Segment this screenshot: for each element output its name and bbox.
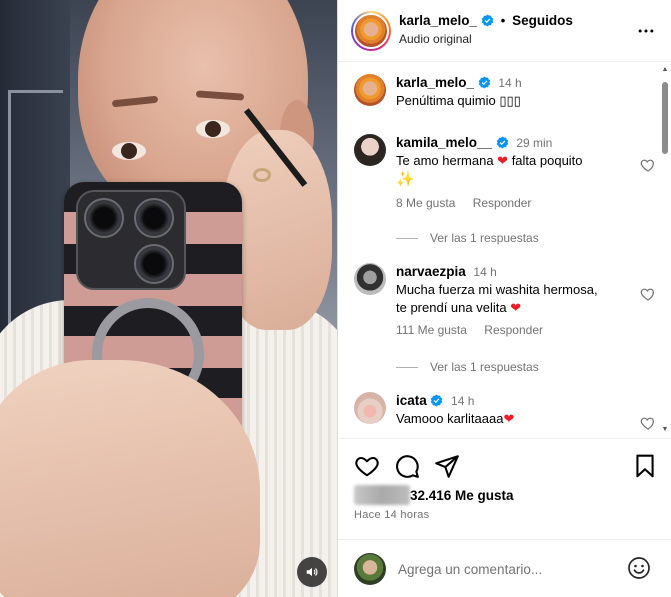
comment-likes[interactable]: 8 Me gusta: [396, 196, 455, 210]
caption-username[interactable]: karla_melo_: [396, 75, 474, 90]
comment-likes[interactable]: 111 Me gusta: [396, 323, 467, 337]
verified-badge-icon: [496, 136, 508, 149]
sparkle-emoji: ✨: [396, 171, 415, 188]
likes-summary[interactable]: 32.416 Me gusta: [354, 485, 514, 505]
post-video[interactable]: [0, 0, 337, 597]
comment-time[interactable]: 14 h: [473, 265, 496, 279]
comment-header: icata 14 h: [396, 392, 636, 410]
comment-time[interactable]: 29 min: [516, 136, 552, 150]
follow-status-button[interactable]: Seguidos: [512, 13, 573, 28]
comment-text-part: Vamooo karlitaaaa: [396, 411, 504, 426]
caption-avatar[interactable]: [354, 74, 386, 106]
comment-avatar[interactable]: [354, 263, 386, 295]
view-replies-link[interactable]: Ver las 1 respuestas: [396, 231, 539, 245]
comment-avatar[interactable]: [354, 392, 386, 424]
comment-like-heart-icon[interactable]: [640, 415, 656, 431]
comment-like-heart-icon[interactable]: [640, 157, 656, 173]
heart-emoji: ❤: [510, 300, 522, 315]
comment-text-line: Mucha fuerza mi washita hermosa,: [396, 282, 598, 297]
left-eye: [112, 142, 146, 160]
comment-body: narvaezpia 14 h Mucha fuerza mi washita …: [396, 263, 636, 339]
smiley-icon: [628, 557, 650, 579]
camera-lens: [134, 198, 174, 238]
audio-label[interactable]: Audio original: [399, 32, 472, 46]
caption-text: Penúltima quimio ▯▯▯: [396, 93, 521, 108]
bookmark-icon: [636, 454, 654, 478]
phone-camera-module: [76, 190, 186, 290]
comment-bubble-icon: [396, 455, 419, 478]
camera-lens: [134, 244, 174, 284]
volume-button[interactable]: [297, 557, 327, 587]
caption-time[interactable]: 14 h: [498, 76, 521, 90]
author-username[interactable]: karla_melo_: [399, 13, 477, 28]
caption-body: karla_melo_ 14 h Penúltima quimio ▯▯▯: [396, 74, 636, 110]
view-replies-link[interactable]: Ver las 1 respuestas: [396, 360, 539, 374]
comment-time[interactable]: 14 h: [451, 394, 474, 408]
liked-by-avatars: [354, 485, 410, 505]
likes-count[interactable]: 32.416 Me gusta: [410, 488, 514, 503]
comment-avatar[interactable]: [354, 134, 386, 166]
comment-text-part: Te amo hermana: [396, 153, 498, 168]
camera-lens: [84, 198, 124, 238]
verified-badge-icon: [478, 76, 490, 89]
more-horizontal-icon: [638, 29, 654, 33]
comment-header: kamila_melo__ 29 min: [396, 134, 636, 152]
reply-button[interactable]: Responder: [484, 323, 543, 337]
verified-badge-icon: [481, 14, 494, 27]
comment-meta: 8 Me gusta Responder: [396, 194, 636, 212]
heart-emoji: ❤: [497, 153, 509, 168]
share-button[interactable]: [434, 453, 460, 479]
comment-text: Vamooo karlitaaaa❤: [396, 410, 636, 428]
comment-meta: 111 Me gusta Responder: [396, 321, 636, 339]
current-user-avatar: [354, 553, 386, 585]
comment-like-heart-icon[interactable]: [640, 286, 656, 302]
comment-text-part: te prendí una velita: [396, 300, 511, 315]
scroll-up-arrow-icon[interactable]: ▲: [661, 66, 669, 74]
emoji-button[interactable]: [626, 556, 652, 582]
heart-emoji: ❤: [503, 411, 515, 426]
post-details-panel: karla_melo_ • Seguidos Audio original ka…: [337, 0, 671, 597]
heart-icon: [355, 456, 379, 477]
comment-username[interactable]: icata: [396, 393, 427, 408]
comment-composer: [338, 539, 671, 597]
comment-item: icata 14 h Vamooo karlitaaaa❤: [354, 392, 656, 438]
add-comment-input[interactable]: [398, 559, 618, 579]
comment-username[interactable]: narvaezpia: [396, 264, 466, 279]
caption-header: karla_melo_ 14 h: [396, 74, 636, 92]
scroll-down-arrow-icon[interactable]: ▼: [661, 426, 669, 434]
comment-text-line: te prendí una velita ❤: [396, 299, 636, 317]
speaker-icon: [306, 567, 318, 577]
comment-item: narvaezpia 14 h Mucha fuerza mi washita …: [354, 263, 656, 343]
finger-ring: [253, 168, 271, 182]
header-title-row: karla_melo_ • Seguidos: [399, 13, 573, 28]
post-timestamp[interactable]: Hace 14 horas: [354, 509, 429, 521]
comment-text-part: falta poquito: [508, 153, 583, 168]
header-separator: •: [500, 13, 506, 28]
comment-button[interactable]: [394, 453, 420, 479]
comment-body: icata 14 h Vamooo karlitaaaa❤: [396, 392, 636, 428]
paper-plane-icon: [435, 455, 459, 478]
save-button[interactable]: [632, 453, 658, 479]
reply-button[interactable]: Responder: [473, 196, 532, 210]
comment-header: narvaezpia 14 h: [396, 263, 636, 281]
right-eye: [196, 120, 230, 138]
like-button[interactable]: [354, 453, 380, 479]
scrollbar-thumb[interactable]: [662, 82, 668, 154]
comments-list[interactable]: karla_melo_ 14 h Penúltima quimio ▯▯▯ ka…: [338, 62, 671, 438]
author-avatar[interactable]: [351, 11, 391, 51]
post-header: karla_melo_ • Seguidos Audio original: [338, 0, 671, 62]
comment-text: Te amo hermana ❤ falta poquito: [396, 152, 636, 170]
comment-username[interactable]: kamila_melo__: [396, 135, 492, 150]
comments-scrollbar[interactable]: ▲ ▼: [661, 66, 669, 434]
more-options-button[interactable]: [636, 21, 656, 41]
comment-body: kamila_melo__ 29 min Te amo hermana ❤ fa…: [396, 134, 636, 212]
verified-badge-icon: [431, 394, 443, 407]
author-avatar-image: [353, 13, 389, 49]
